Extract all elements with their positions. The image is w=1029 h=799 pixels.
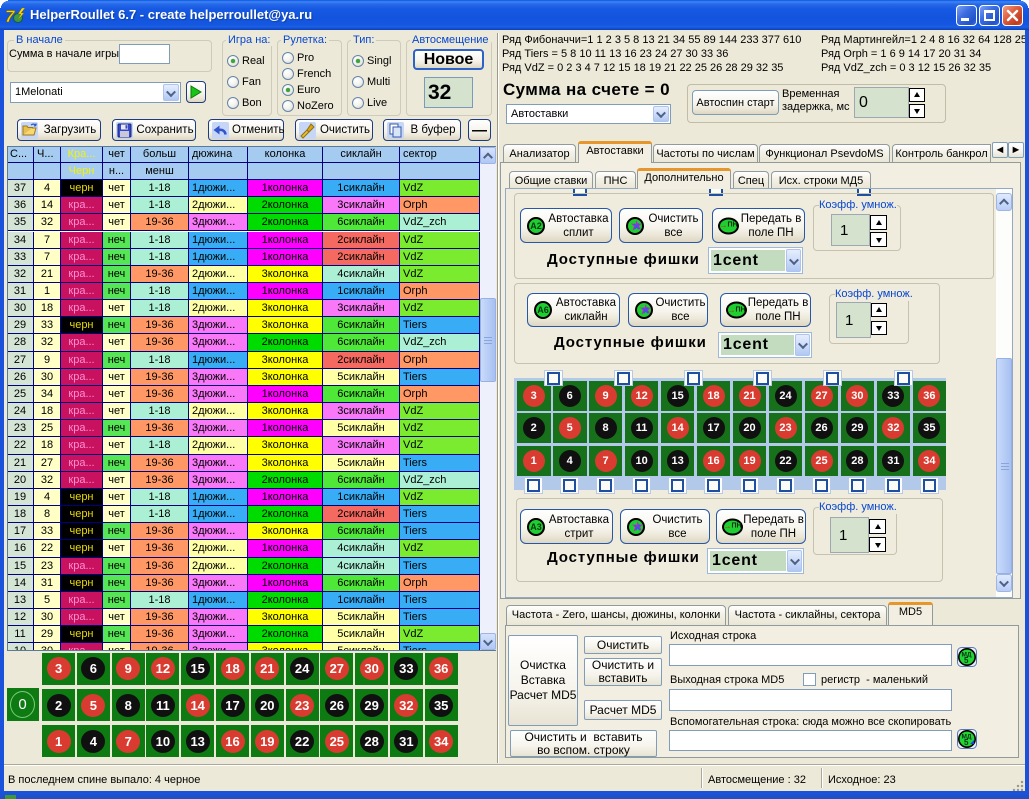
svg-text:5: 5 xyxy=(964,738,969,747)
svg-text:5: 5 xyxy=(964,656,969,665)
